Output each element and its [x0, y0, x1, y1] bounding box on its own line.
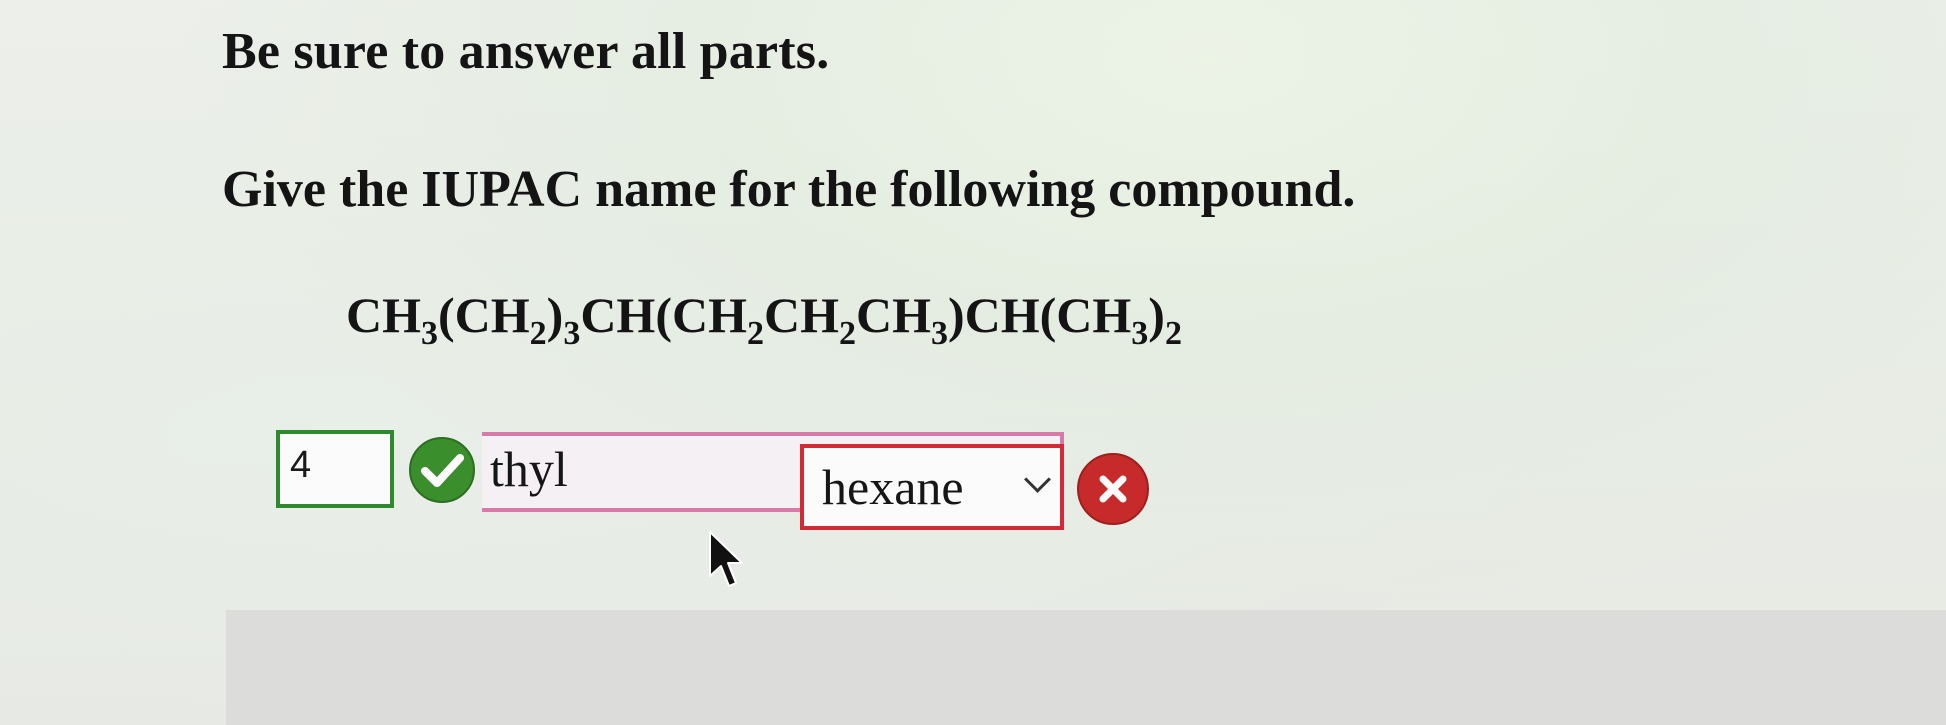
formula-part: )CH(CH — [947, 287, 1132, 343]
x-icon — [1077, 453, 1149, 525]
question-text: Give the IUPAC name for the following co… — [222, 161, 1356, 218]
cursor-icon — [709, 531, 743, 587]
parent-chain-select[interactable]: hexane — [800, 444, 1064, 530]
chevron-down-icon — [1024, 466, 1051, 493]
formula-part: ) — [546, 287, 564, 343]
formula-subscript: 2 — [529, 315, 547, 352]
instructions-text: Be sure to answer all parts. — [222, 23, 830, 80]
answer-input-area[interactable] — [226, 610, 1946, 725]
formula-part: CH — [855, 287, 931, 343]
locant-input[interactable]: 4 — [276, 430, 394, 508]
formula-subscript: 3 — [421, 315, 438, 352]
formula-subscript: 3 — [1131, 315, 1149, 352]
formula-part: CH — [763, 287, 839, 343]
formula-subscript: 3 — [563, 315, 581, 352]
formula-part: (CH — [438, 287, 530, 343]
check-icon — [409, 437, 475, 503]
parent-chain-selected-value: hexane — [822, 459, 964, 515]
formula-subscript: 2 — [1164, 315, 1182, 352]
substituent-selected-value: thyl — [490, 441, 568, 497]
formula-subscript: 2 — [838, 315, 856, 352]
formula-subscript: 2 — [746, 315, 764, 352]
answer-row: 4 thyl hexane — [276, 430, 1176, 530]
formula-part: ) — [1148, 287, 1165, 343]
formula-part: CH(CH — [580, 287, 747, 343]
chemical-formula: CH3(CH2)3CH(CH2CH2CH3)CH(CH3)2 — [346, 286, 1182, 352]
formula-part: CH — [346, 287, 421, 343]
formula-subscript: 3 — [930, 315, 948, 352]
